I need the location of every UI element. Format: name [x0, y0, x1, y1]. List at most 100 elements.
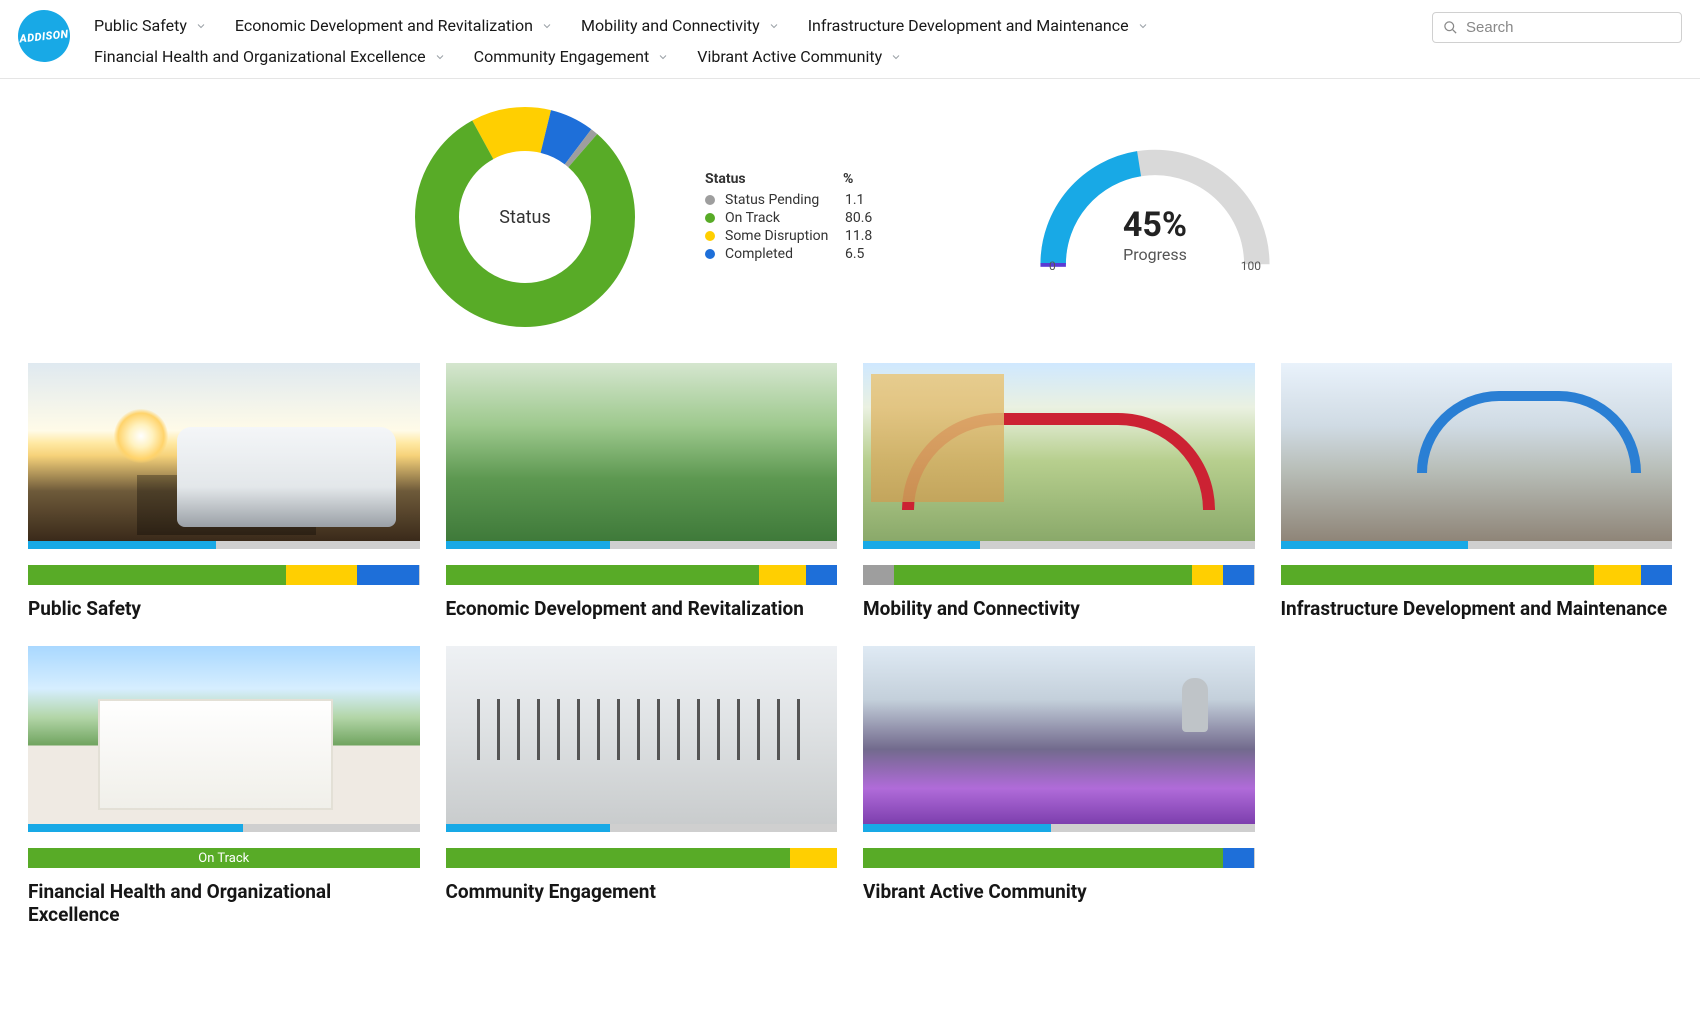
gauge-max: 100	[1241, 259, 1261, 273]
status-segment-ontrack	[446, 848, 791, 868]
pillar-progress-bar	[28, 541, 420, 549]
pillar-card[interactable]: Economic Development and Revitalization	[446, 363, 838, 620]
pillar-title: Vibrant Active Community	[863, 880, 1255, 903]
nav-item-vibrant-active-community[interactable]: Vibrant Active Community	[697, 43, 902, 70]
pillar-thumbnail	[863, 363, 1255, 541]
status-segment-ontrack	[863, 848, 1223, 868]
legend-row: On Track 80.6	[705, 209, 885, 227]
pillar-progress-bar	[446, 824, 838, 832]
nav-item-economic-development-and-revitalization[interactable]: Economic Development and Revitalization	[235, 12, 553, 39]
legend-label: On Track	[725, 210, 835, 226]
nav-item-infrastructure-development-and-maintenance[interactable]: Infrastructure Development and Maintenan…	[808, 12, 1149, 39]
legend-row: Completed6.5	[705, 245, 885, 263]
legend-swatch	[705, 231, 715, 241]
status-donut-label: Status	[415, 107, 635, 327]
status-segment-ontrack: On Track	[28, 848, 420, 868]
status-donut-chart: Status	[415, 107, 635, 327]
nav-item-label: Economic Development and Revitalization	[235, 16, 533, 35]
pillar-title: Financial Health and Organizational Exce…	[28, 880, 420, 926]
nav-item-label: Community Engagement	[474, 47, 650, 66]
chevron-down-icon	[541, 20, 553, 32]
pillar-status-bar: On Track	[28, 848, 420, 868]
status-donut-block: Status Status % Status Pending1.1On Trac…	[415, 107, 885, 327]
legend-header-pct: %	[843, 171, 853, 187]
pillar-progress-bar	[446, 541, 838, 549]
pillar-thumbnail	[863, 646, 1255, 824]
nav-item-public-safety[interactable]: Public Safety	[94, 12, 207, 39]
pillar-title: Infrastructure Development and Maintenan…	[1281, 597, 1673, 620]
top-bar: ADDISON Public Safety Economic Developmen…	[0, 0, 1700, 79]
dashboard-summary: Status Status % Status Pending1.1On Trac…	[0, 79, 1700, 363]
chevron-down-icon	[195, 20, 207, 32]
status-segment-completed	[806, 565, 837, 585]
status-segment-disruption	[286, 565, 356, 585]
legend-label: Status Pending	[725, 192, 835, 208]
legend-swatch	[705, 213, 715, 223]
pillar-title: Community Engagement	[446, 880, 838, 903]
search-box[interactable]	[1432, 12, 1682, 43]
pillar-card[interactable]: Community Engagement	[446, 646, 838, 926]
pillar-status-bar	[1281, 565, 1673, 585]
pillar-thumbnail	[28, 646, 420, 824]
pillar-progress-bar	[28, 824, 420, 832]
status-segment-ontrack	[28, 565, 286, 585]
status-segment-disruption	[1594, 565, 1641, 585]
nav-item-label: Mobility and Connectivity	[581, 16, 760, 35]
pillar-thumbnail	[28, 363, 420, 541]
pillar-card[interactable]: On Track Financial Health and Organizatio…	[28, 646, 420, 926]
status-segment-disruption	[790, 848, 837, 868]
nav-item-community-engagement[interactable]: Community Engagement	[474, 43, 670, 70]
pillar-thumbnail	[1281, 363, 1673, 541]
pillar-card[interactable]: Public Safety	[28, 363, 420, 620]
search-container	[1432, 10, 1682, 43]
pillar-status-bar	[446, 848, 838, 868]
pillar-thumbnail	[446, 363, 838, 541]
legend-label: Some Disruption	[725, 228, 835, 244]
chevron-down-icon	[768, 20, 780, 32]
nav-item-label: Financial Health and Organizational Exce…	[94, 47, 426, 66]
status-segment-ontrack	[446, 565, 759, 585]
legend-swatch	[705, 195, 715, 205]
brand-logo[interactable]: ADDISON	[15, 7, 72, 64]
gauge-min: 0	[1049, 259, 1056, 273]
nav-item-label: Infrastructure Development and Maintenan…	[808, 16, 1129, 35]
legend-swatch	[705, 249, 715, 259]
legend-header-status: Status	[705, 171, 815, 187]
search-input[interactable]	[1466, 19, 1671, 36]
status-segment-completed	[1223, 848, 1254, 868]
chevron-down-icon	[657, 51, 669, 63]
status-segment-pending	[863, 565, 894, 585]
status-segment-disruption	[759, 565, 806, 585]
legend-value: 6.5	[845, 246, 885, 262]
pillar-status-bar	[863, 848, 1255, 868]
status-segment-disruption	[1192, 565, 1223, 585]
status-segment-completed	[357, 565, 420, 585]
pillar-card[interactable]: Vibrant Active Community	[863, 646, 1255, 926]
nav-item-mobility-and-connectivity[interactable]: Mobility and Connectivity	[581, 12, 780, 39]
chevron-down-icon	[1137, 20, 1149, 32]
pillar-title: Economic Development and Revitalization	[446, 597, 838, 620]
progress-gauge: 45% Progress 0 100	[1025, 137, 1285, 297]
progress-value: 45%	[1025, 205, 1285, 245]
nav-item-label: Vibrant Active Community	[697, 47, 882, 66]
pillar-card[interactable]: Infrastructure Development and Maintenan…	[1281, 363, 1673, 620]
pillar-card[interactable]: Mobility and Connectivity	[863, 363, 1255, 620]
pillar-thumbnail	[446, 646, 838, 824]
status-segment-completed	[1223, 565, 1254, 585]
primary-nav: Public Safety Economic Development and Re…	[94, 10, 1408, 70]
pillar-title: Mobility and Connectivity	[863, 597, 1255, 620]
search-icon	[1443, 20, 1458, 35]
status-segment-ontrack	[894, 565, 1192, 585]
legend-value: 11.8	[845, 228, 885, 244]
legend-value: 80.6	[845, 210, 885, 226]
status-segment-ontrack	[1281, 565, 1594, 585]
legend-value: 1.1	[845, 192, 885, 208]
status-legend: Status % Status Pending 1.1 On Track 80.6 So…	[705, 171, 885, 263]
chevron-down-icon	[890, 51, 902, 63]
status-segment-completed	[1641, 565, 1672, 585]
pillar-title: Public Safety	[28, 597, 420, 620]
chevron-down-icon	[434, 51, 446, 63]
pillar-status-bar	[446, 565, 838, 585]
nav-item-financial-health-and-organizational-excellence[interactable]: Financial Health and Organizational Exce…	[94, 43, 446, 70]
nav-item-label: Public Safety	[94, 16, 187, 35]
